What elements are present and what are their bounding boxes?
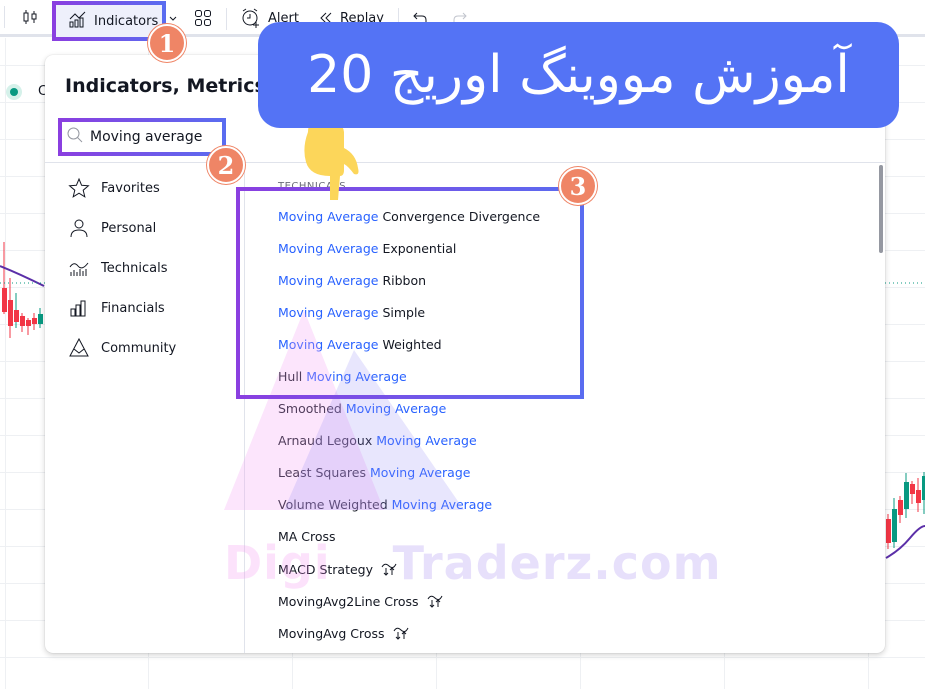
market-status-icon	[6, 84, 22, 100]
watermark-text: Digi Traderz.com	[224, 536, 722, 590]
ma-line-right	[885, 525, 925, 559]
step-badge-3: 3	[559, 167, 597, 205]
sidebar-item-technicals[interactable]: Technicals	[67, 257, 167, 279]
result-text: MovingAvg2Line Cross	[278, 593, 419, 609]
indicators-icon	[68, 10, 88, 32]
star-icon	[67, 177, 91, 199]
indicators-label: Indicators	[94, 13, 159, 29]
technicals-icon	[67, 257, 91, 279]
result-item[interactable]: MovingAvg2Line Cross	[278, 593, 443, 609]
search-field[interactable]	[58, 118, 226, 156]
candles-icon	[21, 8, 39, 26]
category-sidebar: Favorites Personal Technicals Financials…	[45, 163, 245, 653]
step-badge-1: 1	[148, 24, 186, 62]
watermark-part: Digi	[224, 536, 331, 590]
sidebar-item-favorites[interactable]: Favorites	[67, 177, 160, 199]
financials-icon	[67, 297, 91, 319]
sidebar-item-label: Technicals	[101, 260, 168, 276]
candles-left	[2, 242, 43, 338]
grid-icon	[194, 9, 212, 27]
chevron-down-icon	[168, 13, 178, 23]
highlight-frame	[236, 187, 584, 399]
search-icon	[66, 126, 84, 148]
step-badge-2: 2	[207, 146, 245, 184]
sidebar-item-label: Favorites	[101, 180, 160, 196]
sidebar-item-personal[interactable]: Personal	[67, 217, 156, 239]
toolbar-divider	[4, 6, 5, 28]
candles-right	[886, 472, 925, 549]
sidebar-item-community[interactable]: Community	[67, 337, 176, 359]
title-banner: آموزش مووینگ اوریج 20	[258, 22, 899, 128]
sidebar-item-label: Financials	[101, 300, 165, 316]
result-item[interactable]: MovingAvg Cross	[278, 625, 409, 641]
result-text: MovingAvg Cross	[278, 625, 385, 641]
layouts-button[interactable]	[188, 3, 218, 33]
user-icon	[67, 217, 91, 239]
strategy-icon	[393, 625, 409, 641]
sidebar-item-financials[interactable]: Financials	[67, 297, 165, 319]
chart-type-button[interactable]	[15, 2, 45, 32]
ma-line-left	[0, 265, 45, 287]
watermark-part: Traderz.com	[392, 536, 722, 590]
hand-pointer-icon	[304, 118, 359, 200]
alarm-clock-icon	[240, 7, 262, 29]
toolbar-divider	[226, 8, 227, 30]
strategy-icon	[427, 593, 443, 609]
results-scrollbar[interactable]	[879, 165, 883, 253]
search-input[interactable]	[90, 129, 210, 145]
sidebar-item-label: Personal	[101, 220, 157, 236]
sidebar-item-label: Community	[101, 340, 177, 356]
community-icon	[67, 337, 91, 359]
